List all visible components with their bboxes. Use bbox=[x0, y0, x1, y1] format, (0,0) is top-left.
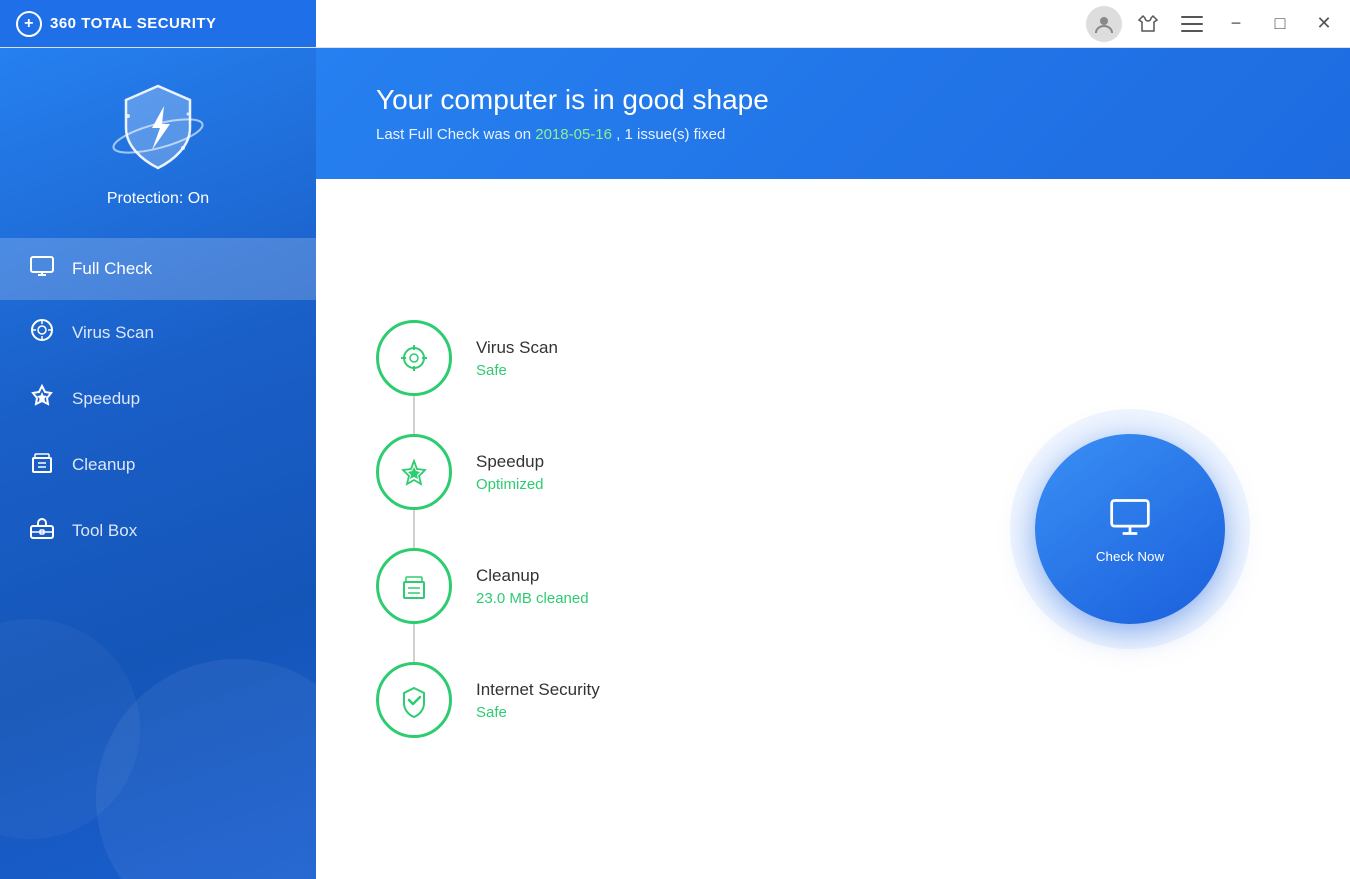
sidebar-item-speedup-label: Speedup bbox=[72, 389, 140, 409]
status-item-cleanup: Cleanup 23.0 MB cleaned bbox=[376, 548, 910, 624]
virus-scan-value: Safe bbox=[476, 362, 558, 379]
sidebar-item-full-check[interactable]: Full Check bbox=[0, 238, 316, 300]
content-area: Your computer is in good shape Last Full… bbox=[316, 48, 1350, 879]
close-button[interactable]: ✕ bbox=[1306, 6, 1342, 42]
status-item-speedup: Speedup Optimized bbox=[376, 434, 910, 510]
menu-icon[interactable] bbox=[1174, 6, 1210, 42]
sidebar-nav: Full Check Virus Scan bbox=[0, 238, 316, 564]
shirt-icon[interactable] bbox=[1130, 6, 1166, 42]
app-title: 360 TOTAL SECURITY bbox=[50, 15, 217, 32]
speedup-icon bbox=[28, 384, 56, 414]
cleanup-circle-icon bbox=[395, 567, 433, 605]
virus-scan-label: Virus Scan bbox=[476, 338, 558, 358]
main-layout: Protection: On Full Check bbox=[0, 48, 1350, 879]
cleanup-icon bbox=[28, 450, 56, 480]
sidebar-item-virus-scan-label: Virus Scan bbox=[72, 323, 154, 343]
sidebar-item-full-check-label: Full Check bbox=[72, 259, 152, 279]
sidebar-item-toolbox[interactable]: Tool Box bbox=[0, 498, 316, 564]
internet-security-circle-icon bbox=[395, 681, 433, 719]
internet-security-value: Safe bbox=[476, 704, 600, 721]
cleanup-status-text: Cleanup 23.0 MB cleaned bbox=[476, 566, 589, 607]
subtitle-prefix: Last Full Check was on bbox=[376, 126, 535, 143]
status-list: Virus Scan Safe Speedup bbox=[376, 320, 910, 738]
check-now-label: Check Now bbox=[1096, 549, 1164, 564]
internet-security-status-text: Internet Security Safe bbox=[476, 680, 600, 721]
minimize-button[interactable]: − bbox=[1218, 6, 1254, 42]
check-now-button[interactable]: Check Now bbox=[1035, 434, 1225, 624]
speedup-label: Speedup bbox=[476, 452, 544, 472]
toolbox-icon bbox=[28, 516, 56, 546]
virus-scan-status-circle bbox=[376, 320, 452, 396]
internet-security-status-circle bbox=[376, 662, 452, 738]
status-item-virus-scan: Virus Scan Safe bbox=[376, 320, 910, 396]
sidebar: Protection: On Full Check bbox=[0, 48, 316, 879]
header-title: Your computer is in good shape bbox=[376, 84, 1290, 116]
logo-circle-icon: + bbox=[16, 11, 42, 37]
subtitle-suffix: , 1 issue(s) fixed bbox=[612, 126, 725, 143]
sidebar-item-toolbox-label: Tool Box bbox=[72, 521, 137, 541]
status-area: Virus Scan Safe Speedup bbox=[316, 179, 1350, 879]
speedup-value: Optimized bbox=[476, 476, 544, 493]
titlebar-controls: − □ ✕ bbox=[1086, 0, 1350, 47]
maximize-button[interactable]: □ bbox=[1262, 6, 1298, 42]
cleanup-status-circle bbox=[376, 548, 452, 624]
sidebar-item-virus-scan[interactable]: Virus Scan bbox=[0, 300, 316, 366]
monitor-icon bbox=[1108, 495, 1152, 539]
protection-status: Protection: On bbox=[107, 190, 209, 208]
virus-scan-status-text: Virus Scan Safe bbox=[476, 338, 558, 379]
speedup-status-text: Speedup Optimized bbox=[476, 452, 544, 493]
user-avatar-icon[interactable] bbox=[1086, 6, 1122, 42]
header-banner: Your computer is in good shape Last Full… bbox=[316, 48, 1350, 179]
speedup-circle-icon bbox=[395, 453, 433, 491]
status-item-internet-security: Internet Security Safe bbox=[376, 662, 910, 738]
cleanup-label: Cleanup bbox=[476, 566, 589, 586]
header-subtitle: Last Full Check was on 2018-05-16 , 1 is… bbox=[376, 126, 1290, 143]
internet-security-label: Internet Security bbox=[476, 680, 600, 700]
titlebar-brand: + 360 TOTAL SECURITY bbox=[0, 0, 316, 47]
cleanup-value: 23.0 MB cleaned bbox=[476, 590, 589, 607]
check-now-area: Check Now bbox=[970, 409, 1290, 649]
app-logo: + 360 TOTAL SECURITY bbox=[16, 11, 217, 37]
check-now-outer-ring: Check Now bbox=[1010, 409, 1250, 649]
full-check-icon bbox=[28, 256, 56, 282]
sidebar-item-speedup[interactable]: Speedup bbox=[0, 366, 316, 432]
virus-scan-icon bbox=[28, 318, 56, 348]
sidebar-item-cleanup[interactable]: Cleanup bbox=[0, 432, 316, 498]
titlebar: + 360 TOTAL SECURITY − □ bbox=[0, 0, 1350, 48]
shield-icon bbox=[108, 78, 208, 178]
virus-scan-circle-icon bbox=[395, 339, 433, 377]
sidebar-item-cleanup-label: Cleanup bbox=[72, 455, 135, 475]
sidebar-logo-area: Protection: On bbox=[107, 78, 209, 208]
last-check-date: 2018-05-16 bbox=[535, 126, 612, 143]
speedup-status-circle bbox=[376, 434, 452, 510]
